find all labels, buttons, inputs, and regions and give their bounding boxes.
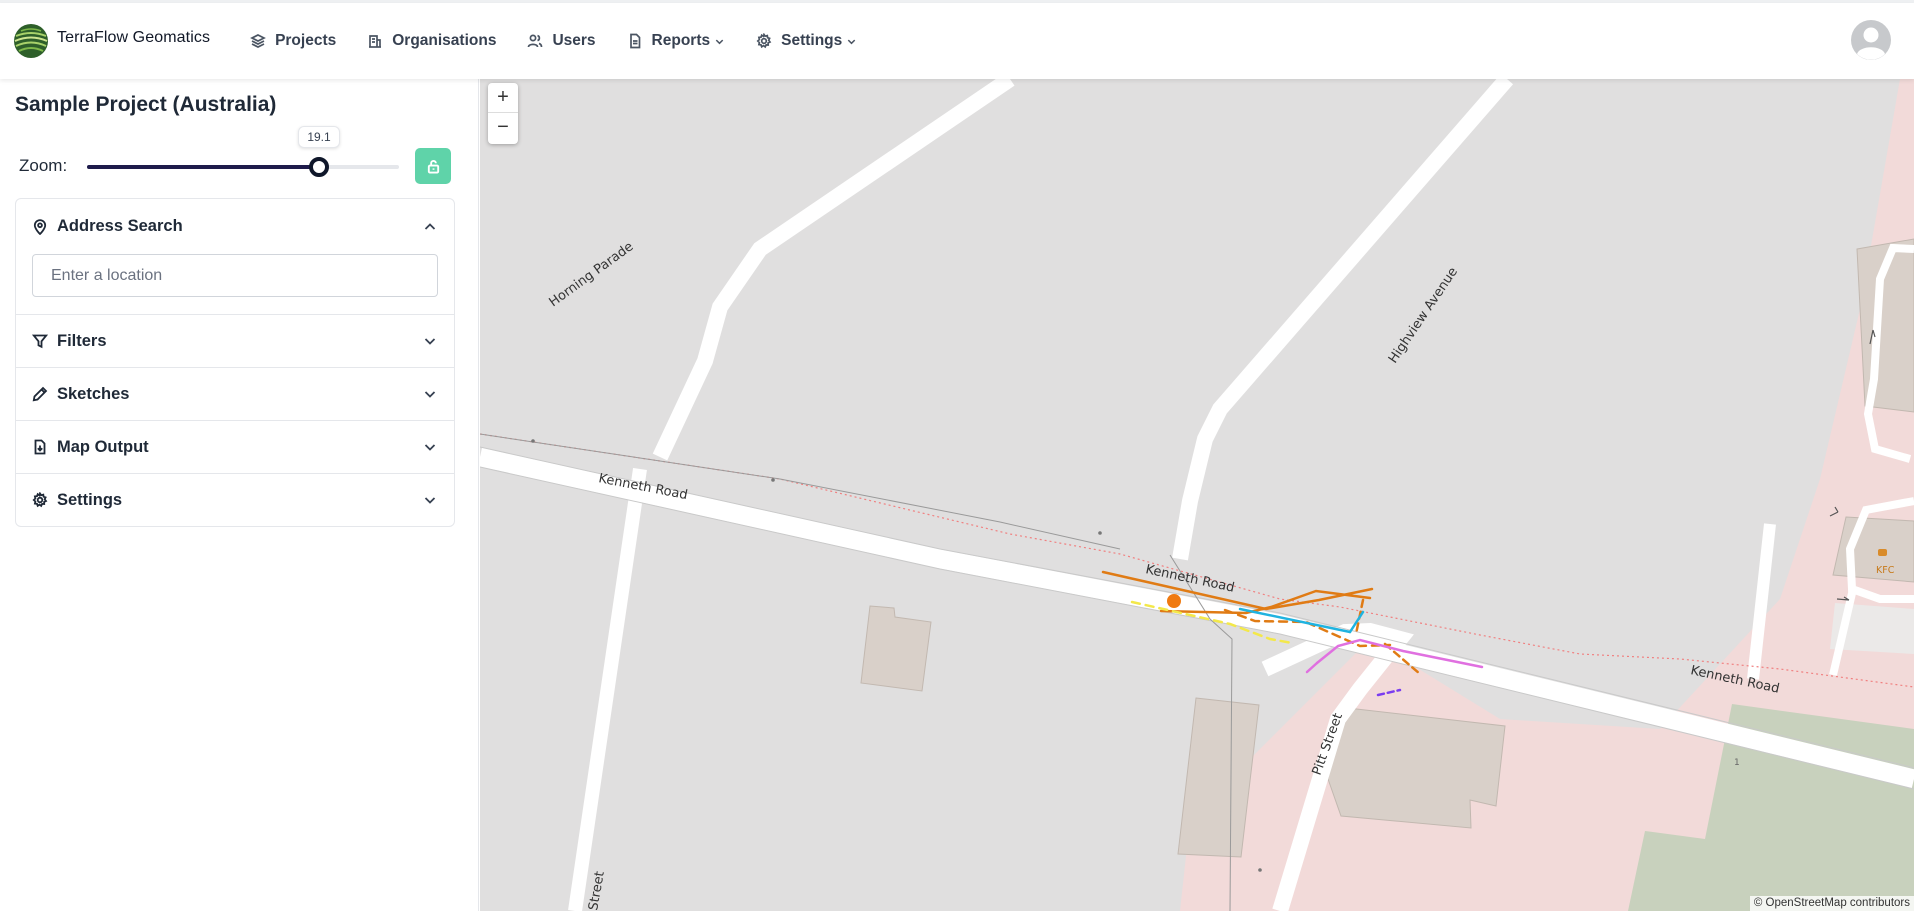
main-nav: Projects Organisations Users Reports Set…	[250, 32, 888, 50]
building-number: 1	[1734, 758, 1740, 768]
nav-organisations-label: Organisations	[392, 32, 497, 49]
zoom-slider-thumb[interactable]	[309, 157, 329, 177]
building-icon	[369, 35, 382, 48]
section-sketches-header[interactable]: Sketches	[16, 368, 454, 420]
map-zoom-out-button[interactable]: −	[488, 113, 518, 143]
nav-settings[interactable]: Settings	[756, 32, 857, 50]
zoom-slider[interactable]: 19.1	[87, 126, 399, 177]
street-label-highview: Highview Avenue	[1386, 265, 1461, 366]
layers-icon	[250, 34, 266, 48]
nav-users-label: Users	[552, 32, 596, 49]
nav-projects[interactable]: Projects	[250, 32, 336, 50]
brand[interactable]: TerraFlow Geomatics	[12, 22, 210, 60]
pencil-icon	[32, 386, 48, 402]
address-search-input[interactable]	[32, 254, 438, 297]
nav-users[interactable]: Users	[527, 32, 596, 50]
zoom-label: Zoom:	[19, 156, 68, 175]
zoom-slider-fill	[87, 165, 319, 169]
chevron-down-icon	[848, 39, 856, 44]
sidebar: Sample Project (Australia) Zoom: 19.1 Ad…	[0, 79, 479, 911]
sidebar-accordion: Address Search Filters Sketches	[15, 198, 455, 527]
section-settings-title: Settings	[57, 490, 123, 509]
section-settings-header[interactable]: Settings	[16, 474, 454, 526]
chevron-down-icon	[424, 444, 436, 451]
point-marker[interactable]	[1167, 594, 1181, 608]
gear-icon	[32, 492, 48, 508]
section-map-output: Map Output	[16, 421, 454, 474]
file-download-icon	[34, 439, 46, 455]
chevron-down-icon	[424, 391, 436, 398]
map-zoom-control: + −	[488, 83, 518, 144]
brand-logo-icon	[14, 24, 48, 58]
map-pin-icon	[33, 218, 47, 235]
chevron-down-icon	[424, 338, 436, 345]
section-map-output-header[interactable]: Map Output	[16, 421, 454, 473]
power-pole	[1258, 868, 1262, 872]
users-icon	[528, 34, 543, 48]
power-pole	[531, 439, 535, 443]
building	[1832, 516, 1914, 583]
section-address-search-header[interactable]: Address Search	[16, 199, 454, 254]
poi-label-kfc: KFC	[1876, 565, 1895, 576]
map-view[interactable]: Horning Parade Highview Avenue Kenneth R…	[480, 79, 1914, 911]
section-sketches: Sketches	[16, 368, 454, 421]
chevron-down-icon	[424, 497, 436, 504]
section-address-search: Address Search	[16, 199, 454, 315]
filter-icon	[32, 334, 48, 349]
user-avatar-icon[interactable]	[1850, 19, 1892, 61]
nav-reports[interactable]: Reports	[627, 32, 726, 50]
zoom-value-tooltip: 19.1	[298, 126, 340, 148]
section-address-search-body	[16, 254, 454, 314]
section-sketches-title: Sketches	[57, 384, 130, 403]
section-filters-header[interactable]: Filters	[16, 315, 454, 367]
unlock-icon	[427, 159, 439, 174]
brand-name: TerraFlow Geomatics	[57, 29, 211, 46]
chevron-down-icon	[715, 39, 724, 44]
map-attribution[interactable]: © OpenStreetMap contributors	[1749, 896, 1914, 911]
section-map-output-title: Map Output	[57, 437, 149, 456]
building	[860, 605, 932, 692]
map-canvas[interactable]: Horning Parade Highview Avenue Kenneth R…	[480, 79, 1914, 911]
document-icon	[629, 33, 640, 49]
street-label-street: Street	[586, 870, 608, 911]
chevron-up-icon	[424, 222, 436, 230]
app-header: TerraFlow Geomatics Projects Organisatio…	[0, 3, 1914, 79]
street-label-horning: Horning Parade	[547, 239, 637, 310]
nav-projects-label: Projects	[275, 32, 337, 49]
section-settings: Settings	[16, 474, 454, 526]
power-pole	[771, 478, 775, 482]
map-zoom-in-button[interactable]: +	[488, 83, 518, 113]
zoom-lock-button[interactable]	[415, 148, 451, 184]
section-address-search-title: Address Search	[57, 217, 183, 235]
project-title: Sample Project (Australia)	[15, 93, 277, 116]
gear-icon	[756, 33, 772, 49]
restaurant-icon	[1878, 549, 1887, 556]
section-filters-title: Filters	[57, 331, 107, 350]
section-filters: Filters	[16, 315, 454, 368]
nav-settings-label: Settings	[781, 32, 843, 49]
power-pole	[1098, 531, 1102, 535]
nav-organisations[interactable]: Organisations	[367, 32, 496, 50]
nav-reports-label: Reports	[651, 32, 711, 49]
